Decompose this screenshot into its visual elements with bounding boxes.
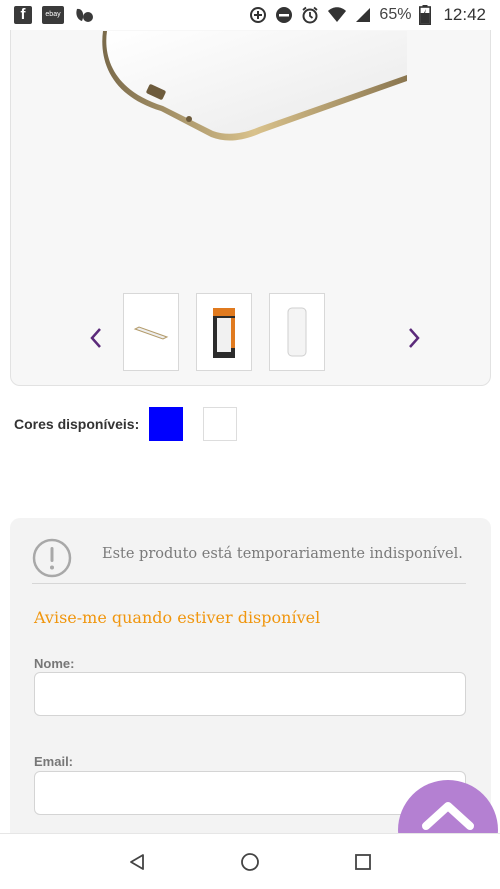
name-label: Nome:	[34, 656, 75, 671]
colors-label: Cores disponíveis:	[14, 416, 140, 432]
name-field[interactable]	[34, 672, 466, 716]
unavailable-message: Este produto está temporariamente indisp…	[102, 545, 463, 562]
thumbnail-powerbank-front[interactable]	[269, 293, 325, 371]
notify-me-title: Avise-me quando estiver disponível	[34, 608, 321, 627]
color-swatch-white[interactable]	[203, 407, 237, 441]
battery-charging-icon	[419, 5, 432, 25]
back-icon[interactable]	[117, 842, 157, 882]
data-saver-icon	[249, 6, 267, 24]
thumbnail-powerbank-box[interactable]	[196, 293, 252, 371]
wifi-icon	[327, 7, 347, 23]
notice-header: Este produto está temporariamente indisp…	[32, 538, 466, 584]
email-field[interactable]	[34, 771, 466, 815]
navigation-bar	[0, 833, 500, 889]
thumbnail-powerbank-flat[interactable]	[123, 293, 179, 371]
alert-circle-icon	[32, 538, 72, 577]
thumbnail-carousel	[11, 293, 490, 373]
status-bar: f ebay 65% 12:42	[0, 0, 500, 30]
facebook-icon: f	[14, 6, 32, 24]
chevron-left-icon[interactable]	[85, 323, 107, 353]
do-not-disturb-icon	[275, 6, 293, 24]
ebay-icon: ebay	[42, 6, 64, 24]
signal-icon	[355, 7, 371, 23]
recents-icon[interactable]	[343, 842, 383, 882]
chevron-up-icon	[422, 802, 474, 830]
clock: 12:42	[443, 5, 486, 24]
email-label: Email:	[34, 754, 74, 769]
app-screen: f ebay 65% 12:42 Cores disponíveis: Este…	[0, 0, 500, 889]
product-main-image[interactable]	[11, 21, 491, 171]
color-swatch-blue[interactable]	[149, 407, 183, 441]
alarm-icon	[301, 6, 319, 24]
available-colors: Cores disponíveis:	[14, 406, 484, 442]
battery-percent: 65%	[379, 6, 412, 23]
chevron-right-icon[interactable]	[403, 323, 425, 353]
home-icon[interactable]	[230, 842, 270, 882]
product-gallery	[10, 20, 491, 386]
cloud-icon	[74, 6, 94, 24]
